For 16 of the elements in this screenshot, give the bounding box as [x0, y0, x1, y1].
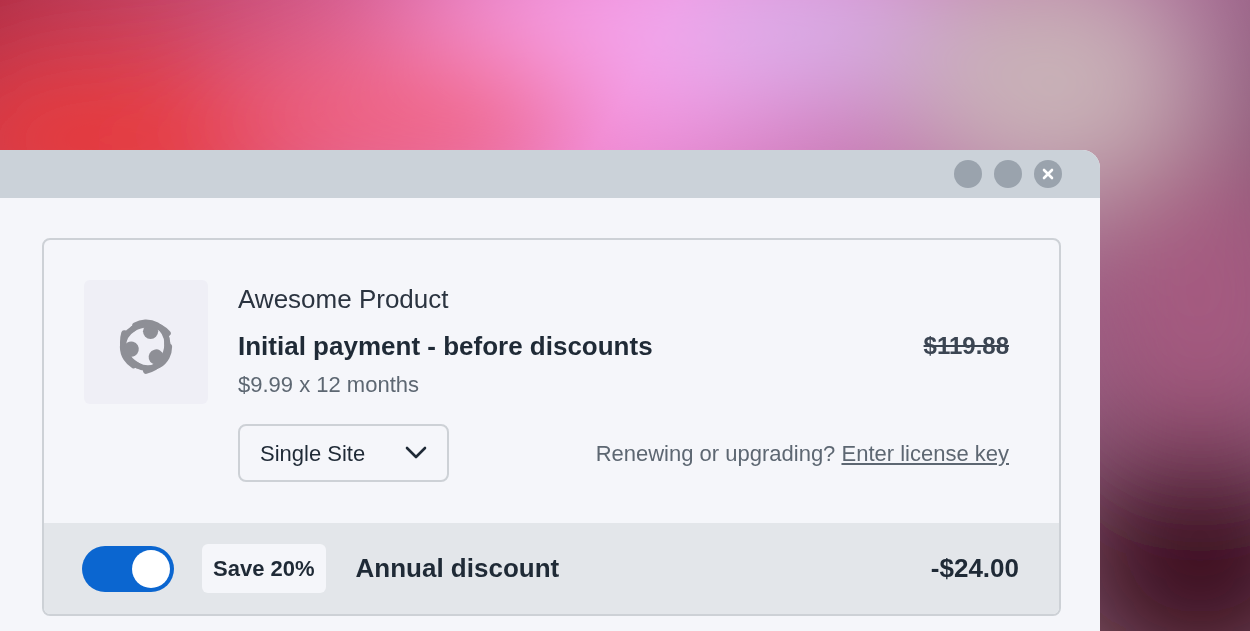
- maximize-button[interactable]: [994, 160, 1022, 188]
- original-price: $119.88: [923, 331, 1009, 361]
- discount-amount: -$24.00: [930, 552, 1019, 585]
- save-badge: Save 20%: [202, 544, 326, 593]
- discount-label: Annual discount: [355, 552, 561, 585]
- billing-text: $9.99 x 12 months: [238, 371, 420, 399]
- minimize-button[interactable]: [954, 160, 982, 188]
- payment-heading: Initial payment - before discounts: [238, 330, 653, 363]
- chevron-down-icon: [405, 446, 427, 460]
- close-icon: [1042, 168, 1054, 180]
- toggle-switch[interactable]: [82, 545, 174, 592]
- license-key-link[interactable]: Enter license key: [841, 440, 1009, 466]
- product-name: Awesome Product: [238, 283, 450, 316]
- close-button[interactable]: [1034, 160, 1062, 188]
- plan-dropdown[interactable]: Single Site: [238, 424, 449, 482]
- license-prompt: Renewing or upgrading? Enter license key: [595, 439, 1009, 468]
